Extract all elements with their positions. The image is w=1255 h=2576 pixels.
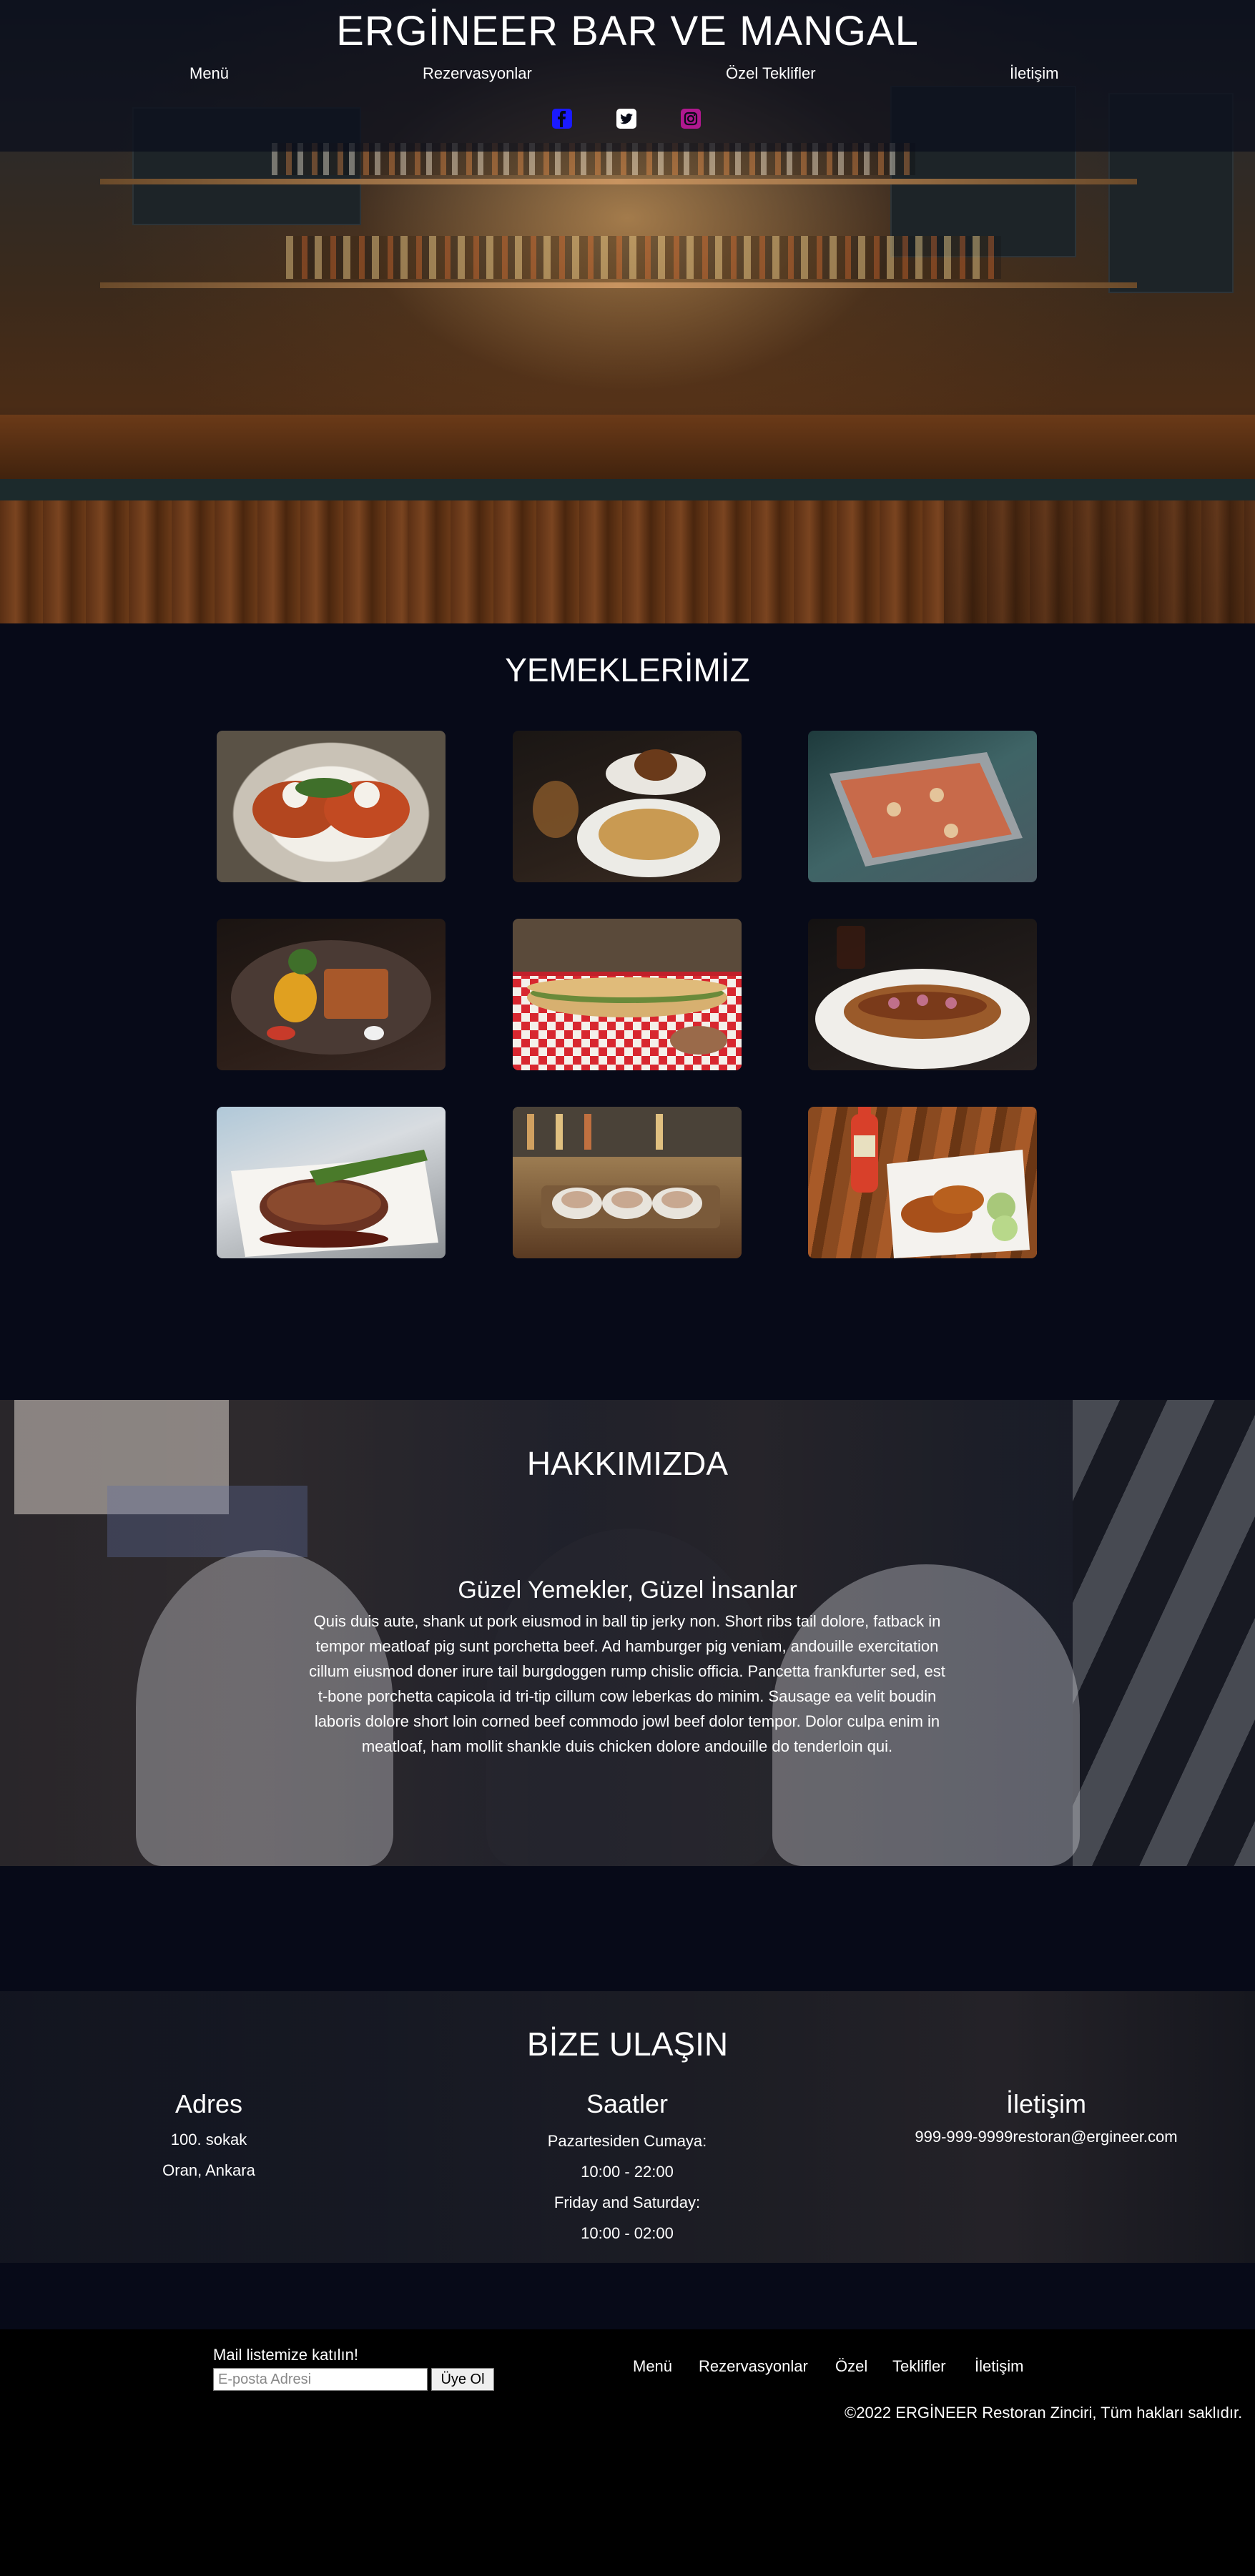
footer-link-offers[interactable]: Teklifler (892, 2357, 946, 2376)
phone-number[interactable]: 999-999-9999 (915, 2128, 1013, 2146)
address-heading: Adres (174, 2089, 243, 2118)
section-spacer (0, 1866, 1255, 1991)
twitter-icon[interactable] (615, 107, 638, 130)
food-image[interactable] (217, 1107, 446, 1258)
food-image[interactable] (217, 731, 446, 882)
hours-line: Pazartesiden Cumaya: (547, 2132, 707, 2150)
food-image[interactable] (808, 1107, 1037, 1258)
facebook-icon[interactable] (551, 107, 574, 130)
email-address[interactable]: restoran@ergineer.com (1013, 2128, 1177, 2146)
subscribe-button[interactable]: Üye Ol (431, 2368, 494, 2391)
food-image[interactable] (808, 919, 1037, 1070)
contact-title: BİZE ULAŞIN (526, 2025, 729, 2063)
wood-panel (408, 500, 944, 623)
copyright-text: ©2022 ERGİNEER Restoran Zinciri, Tüm hak… (845, 2404, 1243, 2422)
bar-shelf (100, 282, 1137, 288)
newsletter-email-input[interactable] (213, 2368, 428, 2391)
wood-panel (0, 500, 408, 623)
instagram-icon[interactable] (679, 107, 702, 130)
site-title: ERGİNEER BAR VE MANGAL (336, 8, 919, 54)
contact-details: 999-999-9999restoran@ergineer.com (903, 2128, 1189, 2146)
contact-heading: İletişim (1005, 2089, 1086, 2118)
nav-link-menu[interactable]: Menü (190, 64, 229, 83)
hours-heading: Saatler (586, 2089, 669, 2118)
menu-section-title: YEMEKLERİMİZ (505, 651, 750, 689)
nav-link-contact[interactable]: İletişim (1010, 64, 1058, 83)
footer-link-special[interactable]: Özel (835, 2357, 867, 2376)
footer-link-reservations[interactable]: Rezervasyonlar (699, 2357, 808, 2376)
newsletter-label: Mail listemize katılın! (213, 2346, 358, 2364)
address-line: Oran, Ankara (162, 2161, 255, 2179)
about-title: HAKKIMIZDA (526, 1445, 729, 1482)
food-image[interactable] (513, 731, 742, 882)
bar-shelf (100, 179, 1137, 184)
bar-counter (0, 415, 1255, 486)
food-image[interactable] (513, 1107, 742, 1258)
about-subtitle: Güzel Yemekler, Güzel İnsanlar (458, 1576, 797, 1604)
food-image[interactable] (808, 731, 1037, 882)
wall-poster (107, 1486, 307, 1557)
address-line: 100. sokak (170, 2131, 247, 2148)
food-image[interactable] (217, 919, 446, 1070)
nav-link-reservations[interactable]: Rezervasyonlar (423, 64, 532, 83)
footer-link-contact[interactable]: İletişim (975, 2357, 1023, 2376)
nav-link-special-offers[interactable]: Özel Teklifler (726, 64, 816, 83)
footer (0, 2329, 1255, 2576)
bottle-shelf (286, 236, 1001, 279)
hours-line: 10:00 - 22:00 (581, 2163, 674, 2181)
footer-link-menu[interactable]: Menü (633, 2357, 672, 2376)
wood-panel (944, 500, 1255, 623)
hours-line: Friday and Saturday: (553, 2193, 701, 2211)
food-image[interactable] (513, 919, 742, 1070)
about-text: Quis duis aute, shank ut pork eiusmod in… (309, 1612, 945, 1755)
bar-counter-top (0, 479, 1255, 500)
section-spacer (0, 2263, 1255, 2329)
hours-line: 10:00 - 02:00 (581, 2224, 674, 2242)
